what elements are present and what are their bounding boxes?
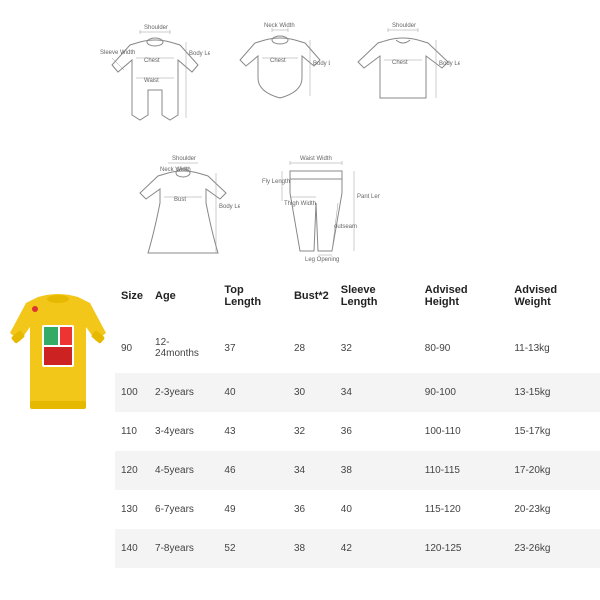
col-advised-height: Advised Height (419, 270, 509, 323)
cell-size: 90 (115, 323, 149, 374)
label-outseam: outseam (334, 224, 357, 230)
cell-bust2: 36 (288, 490, 335, 529)
size-table-body: 9012-24months37283280-9011-13kg1002-3yea… (115, 323, 600, 569)
cell-advised_weight: 17-20kg (508, 451, 600, 490)
col-size: Size (115, 270, 149, 323)
cell-age: 2-3years (149, 373, 218, 412)
cell-age: 7-8years (149, 529, 218, 568)
label-neck: Neck Width (160, 167, 191, 173)
label-chest: Chest (392, 60, 408, 66)
cell-sleeve_length: 42 (335, 529, 419, 568)
onesie-diagram: Neck Width Chest Body Length (230, 20, 330, 113)
size-chart-section: Size Age Top Length Bust*2 Sleeve Length… (0, 270, 600, 568)
label-shoulder: Shoulder (392, 23, 416, 29)
cell-sleeve_length: 36 (335, 412, 419, 451)
cell-bust2: 30 (288, 373, 335, 412)
cell-sleeve_length: 38 (335, 451, 419, 490)
cell-age: 3-4years (149, 412, 218, 451)
cell-advised_height: 115-120 (419, 490, 509, 529)
label-body-len: Body Length (313, 61, 330, 67)
romper-diagram: Shoulder Sleeve Width Chest Waist Body L… (100, 20, 210, 133)
cell-top_length: 43 (218, 412, 288, 451)
label-fly: Fly Length (262, 179, 290, 185)
cell-age: 4-5years (149, 451, 218, 490)
sweatshirt-icon (8, 285, 108, 415)
cell-sleeve_length: 40 (335, 490, 419, 529)
cell-advised_weight: 20-23kg (508, 490, 600, 529)
label-neck: Neck Width (264, 23, 295, 29)
table-row: 1002-3years40303490-10013-15kg (115, 373, 600, 412)
label-waist: Waist Width (300, 156, 332, 162)
cell-top_length: 40 (218, 373, 288, 412)
cell-advised_weight: 15-17kg (508, 412, 600, 451)
table-row: 1306-7years493640115-12020-23kg (115, 490, 600, 529)
label-shoulder: Shoulder (172, 156, 196, 162)
cell-sleeve_length: 32 (335, 323, 419, 374)
table-row: 1407-8years523842120-12523-26kg (115, 529, 600, 568)
cell-top_length: 52 (218, 529, 288, 568)
cell-size: 100 (115, 373, 149, 412)
dress-diagram: Shoulder Neck Width Bust Body Length (130, 153, 240, 266)
label-bust: Bust (174, 197, 186, 203)
cell-size: 130 (115, 490, 149, 529)
label-body-len: Body Length (439, 61, 460, 67)
label-thigh: Thigh Width (284, 201, 316, 207)
cell-size: 140 (115, 529, 149, 568)
col-bust2: Bust*2 (288, 270, 335, 323)
cell-size: 120 (115, 451, 149, 490)
cell-advised_height: 100-110 (419, 412, 509, 451)
label-shoulder: Shoulder (144, 25, 168, 31)
cell-advised_weight: 13-15kg (508, 373, 600, 412)
cell-size: 110 (115, 412, 149, 451)
measurement-diagrams: Shoulder Sleeve Width Chest Waist Body L… (0, 0, 600, 270)
cell-top_length: 46 (218, 451, 288, 490)
label-chest: Chest (270, 58, 286, 64)
cell-bust2: 32 (288, 412, 335, 451)
table-row: 1204-5years463438110-11517-20kg (115, 451, 600, 490)
cell-bust2: 28 (288, 323, 335, 374)
col-advised-weight: Advised Weight (508, 270, 600, 323)
cell-advised_height: 110-115 (419, 451, 509, 490)
label-sleeve: Sleeve Width (100, 50, 135, 56)
col-sleeve-length: Sleeve Length (335, 270, 419, 323)
size-table: Size Age Top Length Bust*2 Sleeve Length… (115, 270, 600, 568)
cell-advised_height: 90-100 (419, 373, 509, 412)
label-body-len: Body Len (189, 51, 210, 57)
cell-top_length: 49 (218, 490, 288, 529)
cell-bust2: 34 (288, 451, 335, 490)
size-table-wrap: Size Age Top Length Bust*2 Sleeve Length… (115, 270, 600, 568)
cell-sleeve_length: 34 (335, 373, 419, 412)
product-image (0, 270, 115, 430)
cell-age: 12-24months (149, 323, 218, 374)
cell-top_length: 37 (218, 323, 288, 374)
cell-bust2: 38 (288, 529, 335, 568)
cell-advised_height: 120-125 (419, 529, 509, 568)
cell-advised_weight: 11-13kg (508, 323, 600, 374)
cell-advised_weight: 23-26kg (508, 529, 600, 568)
label-leg-opening: Leg Opening (305, 257, 339, 263)
label-waist: Waist (144, 78, 159, 84)
shirt-diagram: Shoulder Chest Body Length (350, 20, 460, 113)
col-top-length: Top Length (218, 270, 288, 323)
label-body-len: Body Length (219, 204, 240, 210)
col-age: Age (149, 270, 218, 323)
label-pant-len: Pant Length (357, 194, 380, 200)
label-chest: Chest (144, 58, 160, 64)
pants-diagram: Waist Width Fly Length Thigh Width Pant … (260, 153, 380, 266)
cell-age: 6-7years (149, 490, 218, 529)
table-header-row: Size Age Top Length Bust*2 Sleeve Length… (115, 270, 600, 323)
table-row: 1103-4years433236100-11015-17kg (115, 412, 600, 451)
table-row: 9012-24months37283280-9011-13kg (115, 323, 600, 374)
cell-advised_height: 80-90 (419, 323, 509, 374)
